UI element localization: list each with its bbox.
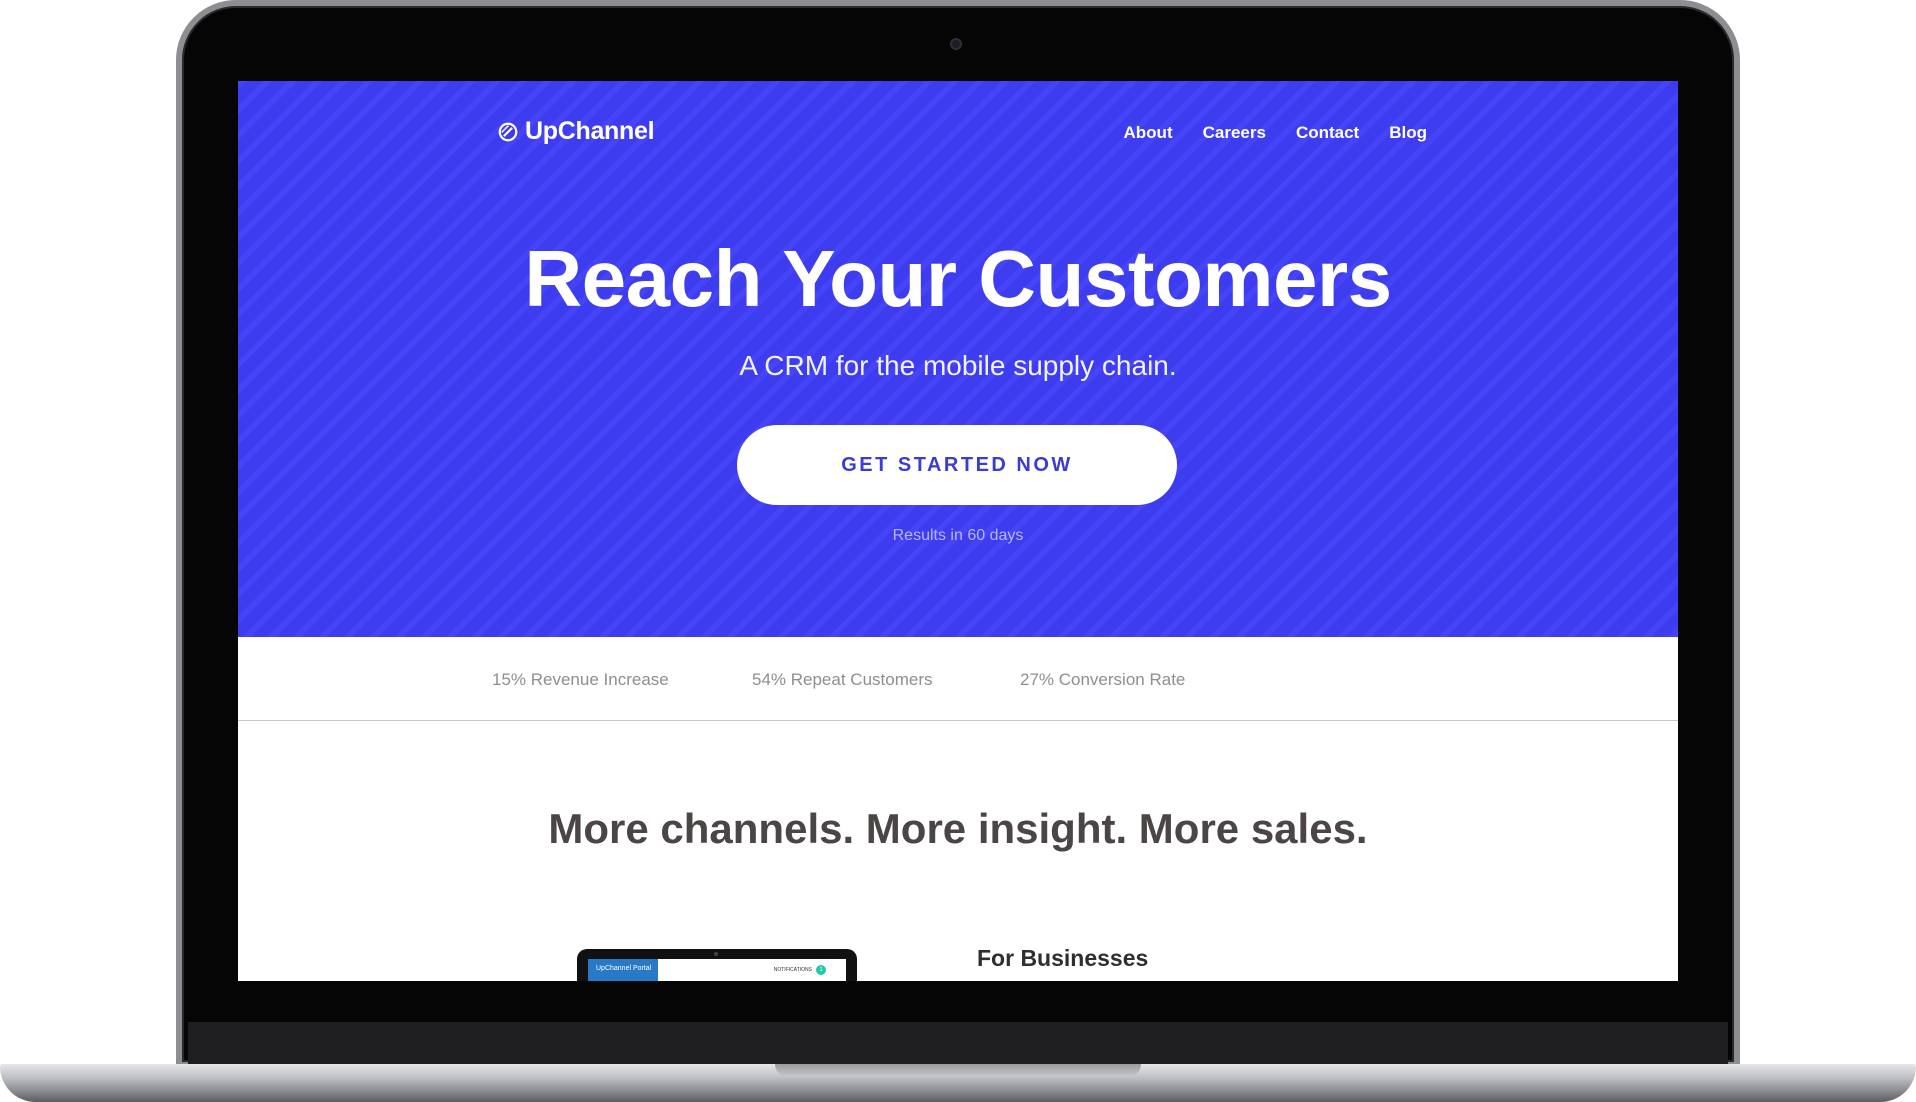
stat-repeat-customers: 54% Repeat Customers	[752, 670, 933, 689]
hero-section: UpChannel About Careers Contact Blog Rea…	[238, 81, 1678, 637]
nav-item-contact[interactable]: Contact	[1296, 123, 1359, 143]
webcam	[950, 38, 962, 50]
portal-preview-device: UpChannel Portal NOTIFICATIONS 1	[577, 949, 857, 981]
nav-item-careers[interactable]: Careers	[1203, 123, 1266, 143]
get-started-button[interactable]: GET STARTED NOW	[737, 425, 1177, 505]
portal-preview-screen: UpChannel Portal NOTIFICATIONS 1	[588, 959, 846, 981]
portal-notifications: NOTIFICATIONS 1	[774, 965, 826, 975]
top-navigation: About Careers Contact Blog	[1124, 123, 1427, 143]
notifications-badge: 1	[816, 965, 826, 975]
preview-webcam	[714, 952, 718, 956]
features-title: More channels. More insight. More sales.	[548, 805, 1368, 852]
website-screen: UpChannel About Careers Contact Blog Rea…	[238, 81, 1678, 981]
nav-item-blog[interactable]: Blog	[1389, 123, 1427, 143]
laptop-mockup: UpChannel About Careers Contact Blog Rea…	[0, 0, 1916, 1102]
stat-revenue-increase: 15% Revenue Increase	[492, 670, 669, 689]
stat-conversion-rate: 27% Conversion Rate	[1020, 670, 1186, 689]
portal-tab: UpChannel Portal	[588, 959, 658, 981]
nav-item-about[interactable]: About	[1124, 123, 1173, 143]
for-businesses-heading: For Businesses	[977, 945, 1149, 971]
laptop-base-notch	[775, 1064, 1141, 1077]
brand-name: UpChannel	[525, 117, 655, 145]
stats-bar: 15% Revenue Increase 54% Repeat Customer…	[238, 637, 1678, 721]
slashed-circle-icon	[498, 122, 518, 141]
hero-subtitle: A CRM for the mobile supply chain.	[739, 350, 1177, 381]
notifications-label: NOTIFICATIONS	[773, 967, 812, 973]
cta-note: Results in 60 days	[892, 527, 1024, 544]
hero-title: Reach Your Customers	[524, 234, 1392, 323]
laptop-chin	[188, 1022, 1728, 1064]
brand-logo[interactable]: UpChannel	[497, 117, 655, 146]
